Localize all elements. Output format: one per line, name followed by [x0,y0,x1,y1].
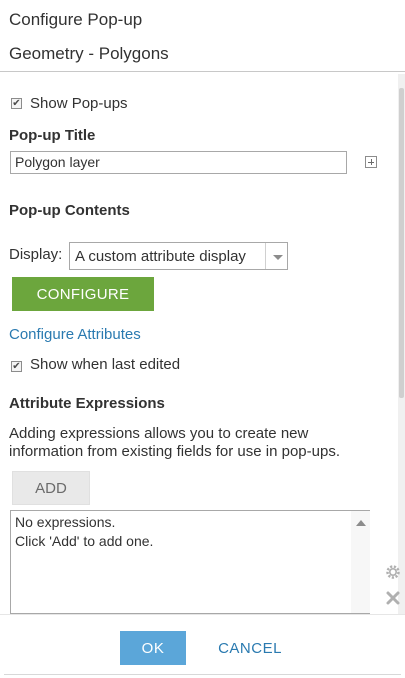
configure-attributes-link[interactable]: Configure Attributes [9,326,141,343]
show-popups-label: Show Pop-ups [30,95,128,112]
select-divider [265,243,266,269]
show-last-edited-label: Show when last edited [30,356,181,373]
checkmark-icon: ✔ [12,97,21,109]
ok-button[interactable]: OK [120,631,186,665]
cancel-button[interactable]: CANCEL [208,631,292,665]
expressions-list[interactable]: No expressions. Click 'Add' to add one. [10,510,370,614]
triangle-up-icon[interactable] [356,520,366,526]
caret-down-icon[interactable] [273,255,283,260]
popup-title-input[interactable]: Polygon layer [10,151,347,174]
popup-title-heading: Pop-up Title [9,127,96,144]
plus-square-icon[interactable] [365,156,377,168]
popup-contents-heading: Pop-up Contents [9,202,130,219]
checkmark-icon: ✔ [12,360,21,372]
expressions-description-line2: information from existing fields for use… [9,443,340,460]
footer-divider [0,614,405,615]
show-popups-checkbox[interactable]: ✔ [11,98,22,109]
panel-scrollbar[interactable] [398,74,405,614]
expressions-empty-line1: No expressions. [15,514,116,530]
close-x-icon[interactable] [385,590,401,606]
header-divider [0,71,405,72]
dialog-title: Configure Pop-up [9,10,143,29]
display-select-value: A custom attribute display [75,248,246,265]
show-last-edited-checkbox[interactable]: ✔ [11,361,22,372]
display-select[interactable]: A custom attribute display [69,242,288,270]
configure-button[interactable]: CONFIGURE [12,277,154,311]
display-label: Display: [9,246,63,263]
attribute-expressions-heading: Attribute Expressions [9,395,165,412]
panel-scrollbar-thumb[interactable] [399,88,404,398]
bottom-border [4,674,401,675]
dialog-subtitle: Geometry - Polygons [9,44,169,63]
expressions-empty-line2: Click 'Add' to add one. [15,533,154,549]
expressions-description-line1: Adding expressions allows you to create … [9,425,309,442]
expressions-list-scrollbar[interactable] [351,511,370,613]
gear-icon[interactable] [384,563,402,581]
add-expression-button[interactable]: ADD [12,471,90,505]
